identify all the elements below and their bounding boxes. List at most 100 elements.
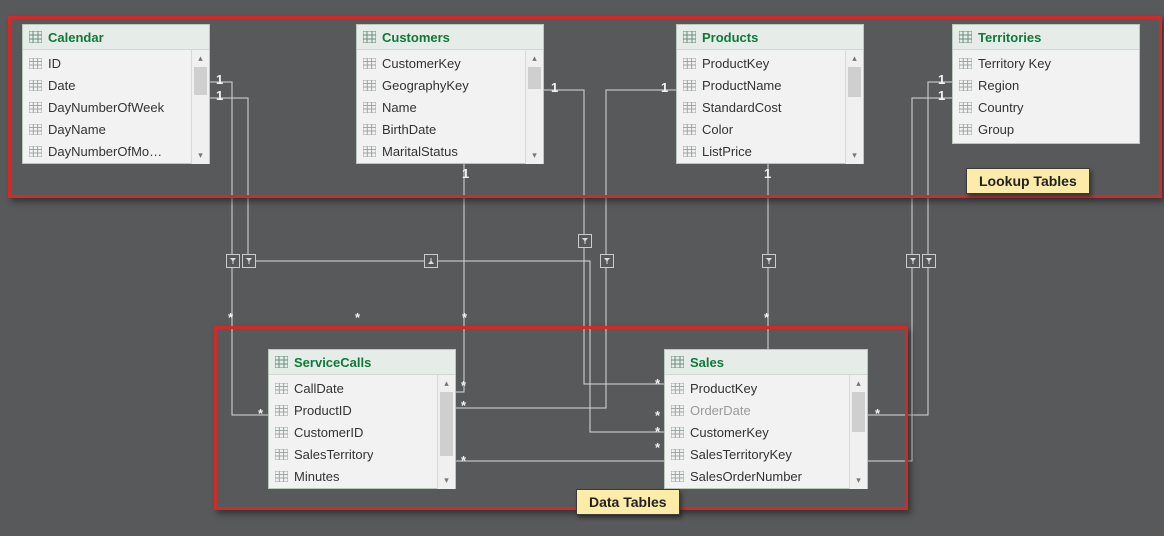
scroll-down-icon[interactable]: ▾ (850, 472, 867, 489)
table-territories[interactable]: Territories Territory Key Region CountryGr… (952, 24, 1140, 144)
field-row[interactable]: Territory Key (953, 52, 1139, 74)
field-row[interactable]: ListPrice (677, 140, 863, 162)
table-products[interactable]: Products ProductKeyProductName StandardCo… (676, 24, 864, 164)
field-row[interactable]: MaritalStatus (357, 140, 543, 162)
field-row[interactable]: SalesTerritory (269, 443, 455, 465)
cardinality-many: * (228, 310, 233, 325)
scrollbar[interactable]: ▴ ▾ (525, 50, 543, 164)
field-row[interactable]: Minutes (269, 465, 455, 487)
column-icon (363, 146, 376, 157)
scrollbar-thumb[interactable] (848, 67, 861, 97)
scroll-down-icon[interactable]: ▾ (526, 147, 543, 164)
field-label: ID (48, 56, 61, 71)
field-row[interactable]: CustomerKey (665, 421, 867, 443)
field-row[interactable]: Name (357, 96, 543, 118)
column-icon (683, 124, 696, 135)
field-label: CustomerKey (382, 56, 461, 71)
column-icon (671, 449, 684, 460)
field-label: GeographyKey (382, 78, 469, 93)
scroll-up-icon[interactable]: ▴ (192, 50, 209, 67)
field-row[interactable]: Group (953, 118, 1139, 140)
scroll-down-icon[interactable]: ▾ (438, 472, 455, 489)
field-label: DayNumberOfWeek (48, 100, 164, 115)
column-icon (363, 124, 376, 135)
scrollbar[interactable]: ▴ ▾ (437, 375, 455, 489)
field-label: MaritalStatus (382, 144, 458, 159)
column-icon (959, 102, 972, 113)
field-row[interactable]: OrderDate (665, 399, 867, 421)
table-header[interactable]: ServiceCalls (269, 350, 455, 375)
filter-direction-icon (226, 254, 240, 268)
field-row[interactable]: GeographyKey (357, 74, 543, 96)
filter-direction-icon (600, 254, 614, 268)
scroll-down-icon[interactable]: ▾ (846, 147, 863, 164)
field-row[interactable]: SalesOrderNumber (665, 465, 867, 487)
column-icon (29, 102, 42, 113)
field-row[interactable]: Country (953, 96, 1139, 118)
scroll-up-icon[interactable]: ▴ (850, 375, 867, 392)
field-label: StandardCost (702, 100, 782, 115)
field-row[interactable]: DayName (23, 118, 209, 140)
filter-direction-icon (578, 234, 592, 248)
field-row[interactable]: Region (953, 74, 1139, 96)
field-label: ProductID (294, 403, 352, 418)
scrollbar-thumb[interactable] (194, 67, 207, 95)
table-header[interactable]: Sales (665, 350, 867, 375)
field-row[interactable]: SalesTerritoryKey (665, 443, 867, 465)
scrollbar-thumb[interactable] (528, 67, 541, 89)
table-header[interactable]: Territories (953, 25, 1139, 50)
table-servicecalls[interactable]: ServiceCalls CallDate ProductID CustomerID… (268, 349, 456, 489)
field-row[interactable]: ProductID (269, 399, 455, 421)
scrollbar[interactable]: ▴ ▾ (849, 375, 867, 489)
field-row[interactable]: Date (23, 74, 209, 96)
field-label: Region (978, 78, 1019, 93)
field-row[interactable]: DayNumberOfWeek (23, 96, 209, 118)
column-icon (275, 383, 288, 394)
cardinality-many: * (764, 310, 769, 325)
scrollbar-thumb[interactable] (852, 392, 865, 432)
scroll-up-icon[interactable]: ▴ (438, 375, 455, 392)
column-icon (275, 471, 288, 482)
filter-direction-icon (762, 254, 776, 268)
lookup-tables-label: Lookup Tables (966, 168, 1090, 194)
filter-direction-icon (424, 254, 438, 268)
table-header[interactable]: Products (677, 25, 863, 50)
table-title: Products (702, 30, 758, 45)
scroll-up-icon[interactable]: ▴ (526, 50, 543, 67)
field-row[interactable]: ID (23, 52, 209, 74)
scroll-up-icon[interactable]: ▴ (846, 50, 863, 67)
field-row[interactable]: ProductName (677, 74, 863, 96)
scrollbar[interactable]: ▴ ▾ (845, 50, 863, 164)
table-title: Calendar (48, 30, 104, 45)
field-row[interactable]: ProductKey (677, 52, 863, 74)
scrollbar[interactable]: ▴ ▾ (191, 50, 209, 164)
field-row[interactable]: ProductKey (665, 377, 867, 399)
field-row[interactable]: DayNumberOfMo… (23, 140, 209, 162)
cardinality-many: * (355, 310, 360, 325)
field-row[interactable]: BirthDate (357, 118, 543, 140)
column-icon (683, 58, 696, 69)
column-icon (363, 58, 376, 69)
field-row[interactable]: StandardCost (677, 96, 863, 118)
column-icon (671, 405, 684, 416)
column-icon (29, 124, 42, 135)
field-label: Territory Key (978, 56, 1051, 71)
table-customers[interactable]: Customers CustomerKey GeographyKey NameBir… (356, 24, 544, 164)
table-header[interactable]: Calendar (23, 25, 209, 50)
filter-direction-icon (906, 254, 920, 268)
data-tables-label: Data Tables (576, 489, 680, 515)
field-row[interactable]: CustomerID (269, 421, 455, 443)
column-icon (363, 80, 376, 91)
table-sales[interactable]: Sales ProductKeyOrderDateCustomerKeySale… (664, 349, 868, 489)
column-icon (275, 405, 288, 416)
table-header[interactable]: Customers (357, 25, 543, 50)
field-label: Date (48, 78, 75, 93)
column-icon (29, 58, 42, 69)
field-row[interactable]: CustomerKey (357, 52, 543, 74)
field-row[interactable]: Color (677, 118, 863, 140)
scroll-down-icon[interactable]: ▾ (192, 147, 209, 164)
field-row[interactable]: CallDate (269, 377, 455, 399)
table-calendar[interactable]: Calendar ID Date DayNumberOfWeek DayNameDay… (22, 24, 210, 164)
field-label: SalesOrderNumber (690, 469, 802, 484)
scrollbar-thumb[interactable] (440, 392, 453, 456)
